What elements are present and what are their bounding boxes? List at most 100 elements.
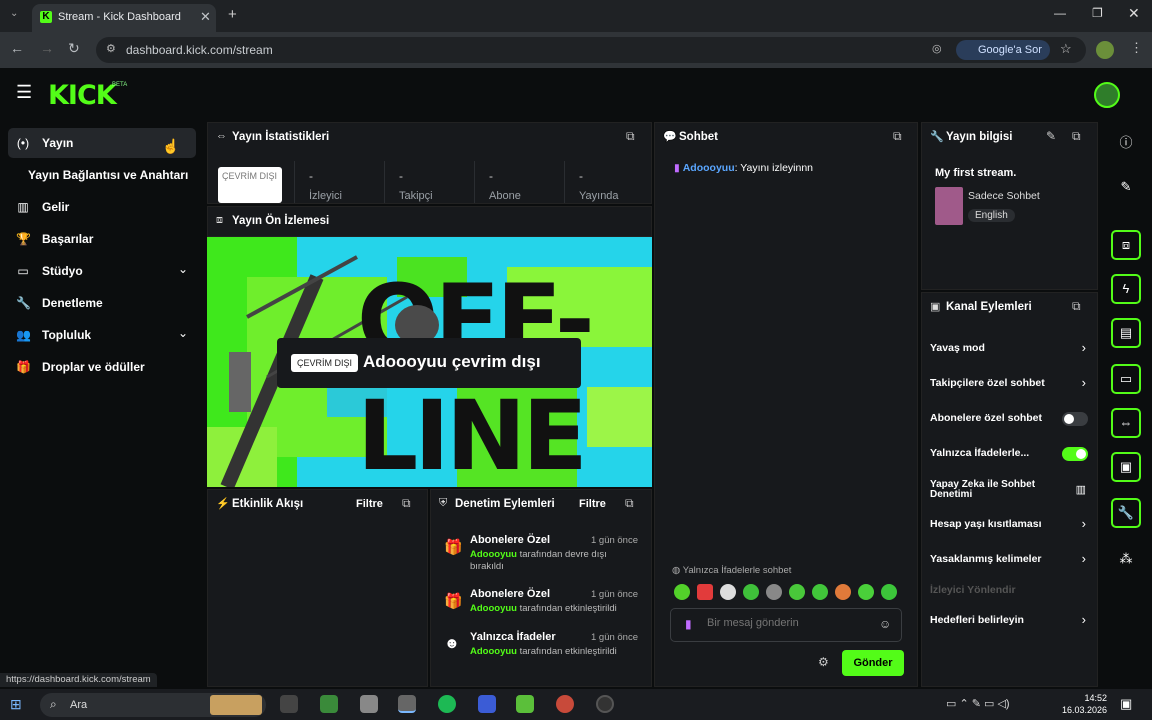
bookmark-star-icon[interactable]: ☆ [1060, 41, 1072, 57]
banned-words-row[interactable]: Yasaklanmış kelimeler › [930, 551, 1092, 571]
reload-icon[interactable]: ↻ [68, 40, 80, 57]
mod-action-user[interactable]: Adoooyuu [470, 646, 517, 657]
emote-icon[interactable] [720, 584, 736, 600]
profile-icon[interactable] [1096, 41, 1114, 59]
subscribers-only-toggle[interactable] [1062, 412, 1088, 426]
taskbar-search[interactable]: ⌕ Ara [40, 693, 266, 717]
stat-label: İzleyici [309, 190, 343, 202]
filter-button[interactable]: Filtre [356, 498, 383, 510]
emote-icon[interactable] [881, 584, 897, 600]
emote-icon[interactable] [674, 584, 690, 600]
minecraft-icon[interactable] [320, 695, 338, 713]
slow-mode-row[interactable]: Yavaş mod › [930, 340, 1092, 360]
sidebar-item-drops[interactable]: 🎁 Droplar ve ödüller [8, 352, 196, 382]
obs-icon[interactable] [596, 695, 614, 713]
chat-settings-icon[interactable]: ⚙ [818, 655, 829, 669]
popout-icon[interactable]: ⧉ [625, 496, 634, 511]
stats-icon[interactable]: ⇔ [1111, 408, 1141, 438]
info-icon[interactable]: ⓘ [1111, 128, 1141, 158]
emote-icon[interactable] [697, 584, 713, 600]
address-bar[interactable]: ⚙ dashboard.kick.com/stream ◎ Google'a S… [96, 37, 1086, 63]
mod-action-title: Abonelere Özel [470, 534, 551, 546]
emote-icon[interactable] [743, 584, 759, 600]
ai-moderation-row[interactable]: Yapay Zeka ile Sohbet Denetimi ▥ [930, 478, 1092, 504]
gift-icon: 🎁 [16, 360, 31, 374]
emote-only-toggle[interactable] [1062, 447, 1088, 461]
sidebar-item-revenue[interactable]: ▥ Gelir [8, 192, 196, 222]
sidebar-item-label: Yayın [42, 136, 74, 150]
emote-note-text: Yalnızca İfadelerle sohbet [682, 565, 792, 576]
popout-icon[interactable]: ⧉ [893, 129, 902, 144]
chat-icon[interactable]: ▭ [1111, 364, 1141, 394]
stream-info-panel: 🔧 Yayın bilgisi ✎ ⧉ My first stream. Sad… [921, 122, 1098, 290]
followers-only-row[interactable]: Takipçilere özel sohbet › [930, 375, 1092, 395]
back-icon[interactable]: ← [10, 40, 24, 56]
game-icon[interactable] [516, 695, 534, 713]
emote-icon[interactable] [766, 584, 782, 600]
emote-icon[interactable] [789, 584, 805, 600]
channel-icon[interactable]: ▣ [1111, 452, 1141, 482]
browser-tab[interactable]: K Stream - Kick Dashboard ✕ [32, 4, 216, 32]
taskbar-clock[interactable]: 14:52 16.03.2026 [1062, 692, 1107, 716]
file-explorer-icon[interactable] [360, 695, 378, 713]
lightning-icon[interactable]: ϟ [1111, 274, 1141, 304]
apps-icon[interactable]: ⁂ [1111, 544, 1141, 574]
forward-icon[interactable]: → [40, 40, 54, 56]
mod-action-user[interactable]: Adoooyuu [470, 549, 517, 560]
tab-title: Stream - Kick Dashboard [58, 11, 181, 23]
browser-menu-icon[interactable]: ⋮ [1130, 40, 1143, 56]
edit-icon[interactable]: ✎ [1046, 129, 1056, 143]
sidebar-item-studio[interactable]: ▭ Stüdyo ⌄ [8, 256, 196, 286]
preview-icon[interactable]: ⧈ [1111, 230, 1141, 260]
notifications-icon[interactable]: ▣ [1120, 696, 1132, 712]
maximize-icon[interactable]: ❐ [1092, 6, 1103, 20]
offline-big-text-2: LINE [357, 380, 584, 487]
site-info-icon[interactable]: ⚙ [106, 42, 116, 55]
popout-icon[interactable]: ⧉ [1072, 299, 1081, 314]
emoji-picker-icon[interactable]: ☺ [879, 617, 891, 631]
google-search-button[interactable]: Google'a Sor [956, 40, 1050, 60]
sidebar-item-achievements[interactable]: 🏆 Başarılar [8, 224, 196, 254]
window-close-icon[interactable]: ✕ [1128, 5, 1140, 22]
emote-icon[interactable] [835, 584, 851, 600]
emote-icon[interactable] [812, 584, 828, 600]
sidebar-item-community[interactable]: 👥 Topluluk ⌄ [8, 320, 196, 350]
chat-username[interactable]: Adoooyuu [683, 162, 735, 174]
sidebar-item-moderation[interactable]: 🔧 Denetleme [8, 288, 196, 318]
browser-icon[interactable] [556, 695, 574, 713]
filter-button[interactable]: Filtre [579, 498, 606, 510]
account-age-row[interactable]: Hesap yaşı kısıtlaması › [930, 516, 1092, 536]
task-view-icon[interactable] [280, 695, 298, 713]
search-highlight-image [210, 695, 262, 715]
hamburger-menu-icon[interactable]: ☰ [16, 82, 32, 103]
emote-icon[interactable] [858, 584, 874, 600]
sidebar-item-stream-key[interactable]: Yayın Bağlantısı ve Anahtarı [8, 160, 196, 190]
chat-input[interactable] [707, 617, 877, 629]
spotify-icon[interactable] [438, 695, 456, 713]
set-goals-row[interactable]: Hedefleri belirleyin › [930, 612, 1092, 632]
mod-action-user[interactable]: Adoooyuu [470, 603, 517, 614]
sidebar-item-stream[interactable]: (•) Yayın ☝ [8, 128, 196, 158]
panel-title: Yayın Ön İzlemesi [232, 215, 330, 227]
wrench-icon[interactable]: 🔧 [1111, 498, 1141, 528]
category-name[interactable]: Sadece Sohbet [968, 190, 1040, 202]
windows-start-icon[interactable]: ⊞ [10, 696, 22, 713]
trophy-icon: 🏆 [16, 232, 31, 246]
popout-icon[interactable]: ⧉ [402, 496, 411, 511]
app-icon[interactable] [478, 695, 496, 713]
user-avatar[interactable] [1094, 82, 1120, 108]
kick-logo[interactable]: KICK [48, 80, 117, 111]
new-tab-icon[interactable]: + [228, 6, 237, 23]
minimize-icon[interactable]: — [1054, 6, 1066, 20]
popout-icon[interactable]: ⧉ [1072, 129, 1081, 144]
edit-icon[interactable]: ✎ [1111, 172, 1141, 202]
system-tray-icons[interactable]: ▭ ⌃ ✎ ▭ ◁) [946, 697, 1010, 710]
google-lens-icon[interactable]: ◎ [932, 42, 942, 55]
popout-icon[interactable]: ⧉ [626, 129, 635, 144]
document-icon[interactable]: ▤ [1111, 318, 1141, 348]
chrome-icon[interactable] [398, 695, 416, 713]
tab-close-icon[interactable]: ✕ [200, 9, 211, 25]
offline-message: Adoooyuu çevrim dışı [363, 352, 541, 371]
send-button[interactable]: Gönder [842, 650, 904, 676]
tab-menu-icon[interactable]: ⌄ [10, 8, 18, 19]
